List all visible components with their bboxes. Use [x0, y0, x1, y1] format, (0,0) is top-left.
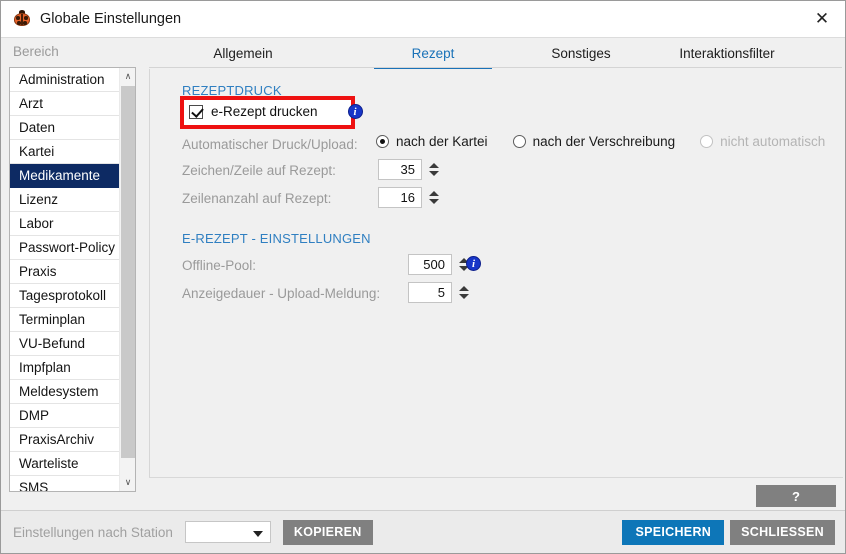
sidebar-item-medikamente[interactable]: Medikamente — [10, 164, 135, 188]
rezept-settings-panel: REZEPTDRUCK Automatischer Druck/Upload: … — [149, 69, 843, 477]
scroll-down-icon[interactable]: ∨ — [120, 474, 135, 491]
spin-down-icon[interactable] — [429, 199, 439, 204]
sidebar-item-terminplan[interactable]: Terminplan — [10, 308, 135, 332]
tab-allgemein[interactable]: Allgemein — [181, 41, 305, 69]
sidebar-item-impfplan[interactable]: Impfplan — [10, 356, 135, 380]
tab-bar: Allgemein Rezept Sonstiges Interaktionsf… — [149, 38, 845, 70]
radio-nach-der-verschreibung[interactable]: nach der Verschreibung — [512, 134, 676, 149]
anzeigedauer-input[interactable]: 5 — [408, 282, 452, 303]
spin-up-icon[interactable] — [429, 163, 439, 168]
label-anzeigedauer-upload-meldung: Anzeigedauer - Upload-Meldung: — [182, 286, 381, 301]
offline-pool-input[interactable]: 500 — [408, 254, 452, 275]
tab-sonstiges[interactable]: Sonstiges — [519, 41, 643, 69]
label-offline-pool: Offline-Pool: — [182, 258, 257, 273]
zeichen-pro-zeile-spin-buttons[interactable] — [426, 159, 442, 180]
title-bar: Globale Einstellungen ✕ — [1, 1, 845, 38]
globale-einstellungen-dialog: Globale Einstellungen ✕ Bereich Allgemei… — [0, 0, 846, 554]
sidebar-item-daten[interactable]: Daten — [10, 116, 135, 140]
sidebar-item-administration[interactable]: Administration — [10, 68, 135, 92]
station-copy-label: Einstellungen nach Station — [13, 524, 173, 540]
label-automatischer-druck: Automatischer Druck/Upload: — [182, 137, 358, 152]
sidebar-header: Bereich — [13, 44, 59, 59]
footer-action-buttons: SPEICHERN SCHLIESSEN — [622, 519, 835, 545]
sidebar-item-tagesprotokoll[interactable]: Tagesprotokoll — [10, 284, 135, 308]
ladybug-icon — [13, 10, 31, 28]
spin-down-icon[interactable] — [429, 171, 439, 176]
sidebar-item-warteliste[interactable]: Warteliste — [10, 452, 135, 476]
sidebar-item-lizenz[interactable]: Lizenz — [10, 188, 135, 212]
auto-print-radio-group[interactable]: nach der Kartei nach der Verschreibung n… — [376, 134, 845, 149]
spin-up-icon[interactable] — [459, 286, 469, 291]
radio-icon-nach-der-verschreibung[interactable] — [512, 135, 526, 148]
spin-down-icon[interactable] — [459, 294, 469, 299]
footer-bar: Einstellungen nach Station KOPIEREN SPEI… — [1, 510, 845, 553]
anzeigedauer-spin-buttons[interactable] — [456, 282, 472, 303]
sidebar-item-praxisarchiv[interactable]: PraxisArchiv — [10, 428, 135, 452]
radio-icon-nicht-automatisch — [700, 135, 714, 148]
bereich-list[interactable]: Administration Arzt Daten Kartei Medikam… — [9, 67, 136, 492]
offline-pool-info-icon[interactable]: i — [466, 256, 481, 271]
chevron-down-icon[interactable] — [252, 531, 263, 537]
sidebar-item-meldesystem[interactable]: Meldesystem — [10, 380, 135, 404]
label-zeichen-pro-zeile: Zeichen/Zeile auf Rezept: — [182, 163, 336, 178]
radio-label-nach-der-kartei: nach der Kartei — [396, 134, 488, 149]
radio-nach-der-kartei[interactable]: nach der Kartei — [376, 134, 488, 149]
zeichen-pro-zeile-stepper[interactable]: 35 — [378, 159, 442, 180]
sidebar-item-kartei[interactable]: Kartei — [10, 140, 135, 164]
kopieren-button[interactable]: KOPIEREN — [282, 519, 373, 545]
sidebar-item-labor[interactable]: Labor — [10, 212, 135, 236]
help-button[interactable]: ? — [756, 485, 836, 507]
scroll-up-icon[interactable]: ∧ — [120, 68, 135, 85]
offline-pool-stepper[interactable]: 500 — [408, 254, 472, 275]
zeilenanzahl-stepper[interactable]: 16 — [378, 187, 442, 208]
scrollbar-thumb[interactable] — [121, 86, 135, 458]
label-zeilenanzahl: Zeilenanzahl auf Rezept: — [182, 191, 332, 206]
window-title: Globale Einstellungen — [40, 11, 182, 27]
zeilenanzahl-spin-buttons[interactable] — [426, 187, 442, 208]
sidebar-scrollbar[interactable]: ∧ ∨ — [119, 68, 135, 491]
tab-underline — [149, 67, 842, 68]
radio-label-nicht-automatisch: nicht automatisch — [720, 134, 826, 149]
tab-interaktionsfilter[interactable]: Interaktionsfilter — [641, 41, 813, 69]
close-icon[interactable]: ✕ — [799, 1, 845, 37]
radio-label-nach-der-verschreibung: nach der Verschreibung — [532, 134, 676, 149]
zeichen-pro-zeile-input[interactable]: 35 — [378, 159, 422, 180]
section-title-erezept-einstellungen: E-REZEPT - EINSTELLUNGEN — [182, 231, 371, 246]
radio-nicht-automatisch: nicht automatisch — [700, 134, 825, 149]
sidebar-item-dmp[interactable]: DMP — [10, 404, 135, 428]
tab-rezept[interactable]: Rezept — [371, 41, 495, 70]
sidebar-item-sms[interactable]: SMS — [10, 476, 135, 491]
anzeigedauer-stepper[interactable]: 5 — [408, 282, 472, 303]
erezept-drucken-checkbox-row[interactable]: e-Rezept drucken i — [189, 104, 363, 119]
zeilenanzahl-input[interactable]: 16 — [378, 187, 422, 208]
erezept-drucken-label: e-Rezept drucken — [211, 104, 318, 119]
sidebar-item-arzt[interactable]: Arzt — [10, 92, 135, 116]
station-select[interactable] — [184, 521, 271, 543]
radio-icon-nach-der-kartei[interactable] — [376, 135, 389, 148]
spin-up-icon[interactable] — [429, 191, 439, 196]
panel-separator — [149, 477, 843, 478]
sidebar-item-praxis[interactable]: Praxis — [10, 260, 135, 284]
erezept-drucken-checkbox[interactable] — [189, 104, 203, 119]
speichern-button[interactable]: SPEICHERN — [622, 519, 725, 545]
sidebar-item-vu-befund[interactable]: VU-Befund — [10, 332, 135, 356]
schliessen-button[interactable]: SCHLIESSEN — [730, 519, 835, 545]
sidebar-item-passwort-policy[interactable]: Passwort-Policy — [10, 236, 135, 260]
erezept-drucken-info-icon[interactable]: i — [347, 104, 363, 119]
